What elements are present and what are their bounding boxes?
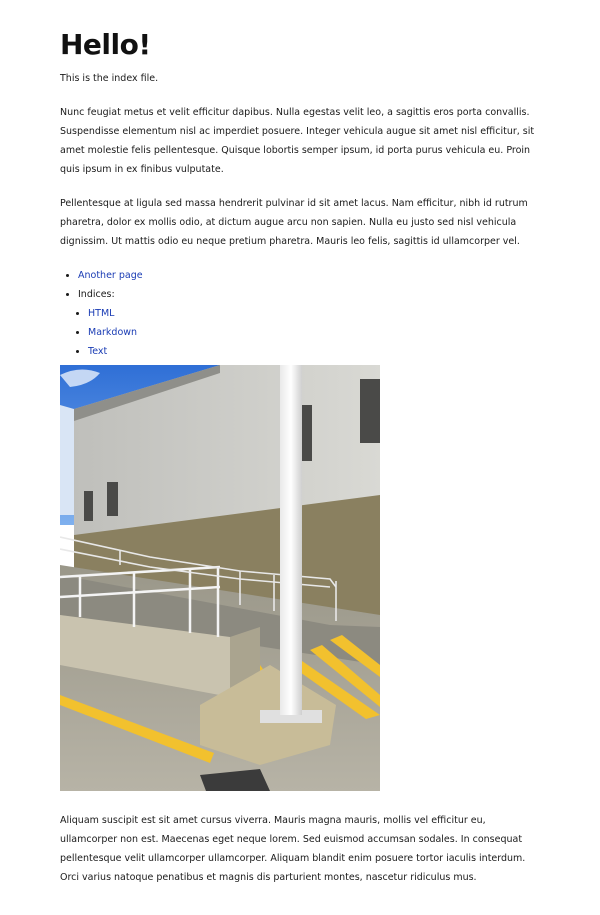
indices-list: HTML Markdown Text (78, 304, 540, 361)
vent (302, 405, 312, 461)
intro-text: This is the index file. (60, 73, 159, 84)
another-page-link[interactable]: Another page (78, 270, 143, 281)
index-html-link[interactable]: HTML (88, 308, 114, 319)
paragraph-2: Pellentesque at ligula sed massa hendrer… (60, 198, 528, 247)
page-content: Hello! This is the index file. Nunc feug… (0, 0, 600, 887)
list-item: HTML (88, 304, 540, 323)
index-markdown-link[interactable]: Markdown (88, 327, 137, 338)
vent (360, 379, 380, 443)
list-item: Indices: HTML Markdown Text (78, 285, 540, 361)
vent (84, 491, 93, 521)
link-list: Another page Indices: HTML Markdown Text (60, 266, 540, 361)
index-text-link[interactable]: Text (88, 346, 107, 357)
indices-label: Indices: (78, 289, 115, 300)
list-item: Text (88, 342, 540, 361)
cloud (60, 405, 74, 515)
vent (107, 482, 118, 516)
paragraph-1: Nunc feugiat metus et velit efficitur da… (60, 107, 535, 175)
light-pole (280, 365, 302, 715)
list-item: Another page (78, 266, 540, 285)
parking-ramp-photo (60, 365, 380, 791)
list-item: Markdown (88, 323, 540, 342)
page-title: Hello! (60, 28, 151, 61)
paragraph-3: Aliquam suscipit est sit amet cursus viv… (60, 815, 526, 883)
